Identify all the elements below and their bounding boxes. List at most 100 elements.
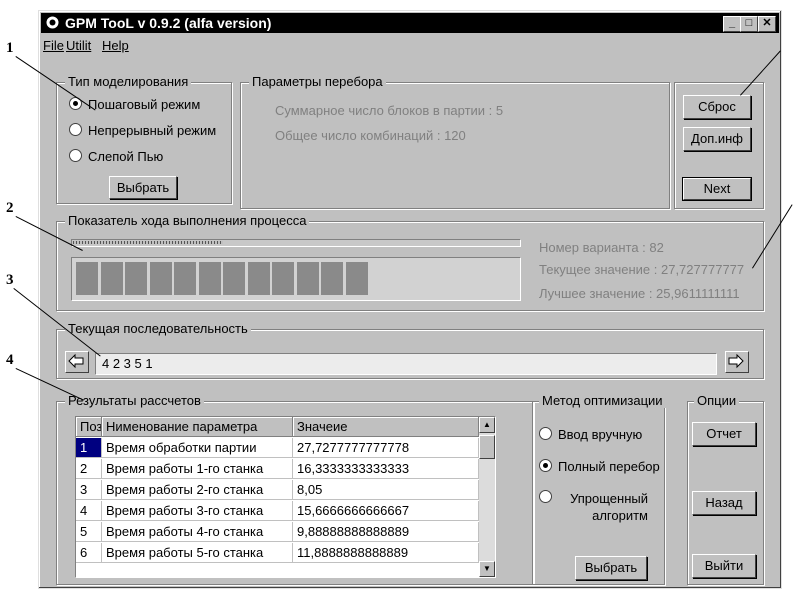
close-icon[interactable]: ✕ [758, 16, 776, 32]
table-row[interactable]: 5 Время работы 4-го станка 9,8888888888888… [76, 522, 479, 543]
variant-number-text: Номер варианта : 82 [539, 240, 664, 255]
radio-label: Ввод вручную [558, 427, 643, 442]
column-header-value[interactable]: Значеие [293, 417, 479, 437]
progress-block [272, 262, 294, 295]
row-value: 15,6666666666667 [293, 501, 479, 521]
more-info-button[interactable]: Доп.инф [683, 127, 751, 151]
app-icon [46, 16, 59, 29]
current-value-text: Текущее значение : 27,727777777 [539, 262, 745, 277]
table-row[interactable]: 1 Время обработки партии 27,7277777777778 [76, 438, 479, 459]
total-blocks-text: Суммарное число блоков в партии : 5 [275, 103, 504, 118]
radio-selected-icon [539, 459, 552, 472]
row-pos: 5 [76, 522, 102, 542]
row-value: 27,7277777777778 [293, 438, 479, 458]
report-button[interactable]: Отчет [692, 422, 756, 446]
next-button[interactable]: Next [682, 177, 752, 201]
progress-block [296, 262, 319, 295]
menu-bar: File Utilit Help [41, 35, 779, 55]
options-label: Опции [694, 393, 740, 408]
scroll-down-icon[interactable]: ▼ [479, 561, 495, 577]
column-header-pos[interactable]: Поз [76, 417, 102, 437]
params-label: Параметры перебора [249, 74, 386, 89]
progress-block [321, 262, 343, 295]
radio-full-search[interactable]: Полный перебор [539, 459, 660, 474]
arrow-right-icon[interactable] [725, 351, 749, 373]
progress-track [71, 239, 521, 247]
block-progress-bar [71, 257, 521, 301]
optimization-method-label: Метод оптимизации [539, 393, 666, 408]
radio-simplified-algorithm[interactable]: Упрощенный алгоритм [539, 490, 659, 524]
radio-icon [69, 149, 82, 162]
results-table: Поз Нименование параметра Значеие 1 Время… [75, 416, 496, 578]
row-value: 11,8888888888889 [293, 543, 479, 563]
radio-blind-mode[interactable]: Слепой Пью [69, 149, 163, 164]
row-pos: 6 [76, 543, 102, 563]
total-combinations-text: Общее число комбинаций : 120 [275, 128, 466, 143]
reset-button[interactable]: Сброс [683, 95, 751, 119]
arrow-left-icon[interactable] [65, 351, 89, 373]
progress-block [345, 262, 368, 295]
select-mode-button[interactable]: Выбрать [109, 176, 177, 199]
radio-continuous-mode[interactable]: Непрерывный режим [69, 123, 216, 138]
maximize-icon[interactable]: □ [740, 16, 758, 32]
row-value: 16,3333333333333 [293, 459, 479, 479]
callout-4: 4 [6, 352, 14, 368]
table-row[interactable]: 4 Время работы 3-го станка 15,666666666666… [76, 501, 479, 522]
vertical-scrollbar[interactable]: ▲ ▼ [479, 417, 495, 577]
row-pos: 3 [76, 480, 102, 500]
callout-1: 1 [6, 40, 14, 56]
options-group: Опции Отчет Назад Выйти [687, 393, 764, 585]
select-method-button[interactable]: Выбрать [575, 556, 647, 580]
menu-utilit[interactable]: Utilit [66, 38, 91, 53]
column-header-name[interactable]: Нименование параметра [102, 417, 293, 437]
radio-icon [539, 427, 552, 440]
row-name: Время работы 3-го станка [102, 501, 293, 521]
progress-block [149, 262, 172, 295]
radio-label: Слепой Пью [88, 149, 164, 164]
results-label: Результаты рассчетов [65, 393, 204, 408]
callout-2: 2 [6, 200, 14, 216]
progress-block [76, 262, 98, 295]
progress-block [174, 262, 196, 295]
optimization-method-group: Метод оптимизации Ввод вручную Полный пе… [532, 393, 666, 585]
app-window: GPM TooL v 0.9.2 (alfa version) _ □ ✕ Fi… [38, 10, 782, 589]
menu-file[interactable]: File [43, 38, 64, 53]
modeling-type-label: Тип моделирования [65, 74, 192, 89]
table-row[interactable]: 6 Время работы 5-го станка 11,888888888888… [76, 543, 479, 564]
progress-block [100, 262, 123, 295]
progress-block [125, 262, 147, 295]
progress-block [247, 262, 270, 295]
sequence-field: 4 2 3 5 1 [95, 353, 717, 375]
title-bar: GPM TooL v 0.9.2 (alfa version) _ □ ✕ [41, 13, 779, 33]
radio-manual-input[interactable]: Ввод вручную [539, 427, 642, 442]
row-name: Время работы 2-го станка [102, 480, 293, 500]
row-name: Время работы 5-го станка [102, 543, 293, 563]
radio-label: Непрерывный режим [88, 123, 217, 138]
window-title: GPM TooL v 0.9.2 (alfa version) [65, 15, 272, 31]
menu-help[interactable]: Help [102, 38, 129, 53]
sequence-value: 4 2 3 5 1 [102, 356, 153, 371]
row-pos: 1 [76, 438, 102, 458]
back-button[interactable]: Назад [692, 491, 756, 515]
radio-label: Пошаговый режим [88, 97, 201, 112]
scroll-up-icon[interactable]: ▲ [479, 417, 495, 433]
minimize-icon[interactable]: _ [723, 16, 741, 32]
progress-label: Показатель хода выполнения процесса [65, 213, 310, 228]
row-name: Время обработки партии [102, 438, 293, 458]
row-value: 9,88888888888889 [293, 522, 479, 542]
progress-fill [73, 241, 223, 244]
callout-3: 3 [6, 272, 14, 288]
table-row[interactable]: 2 Время работы 1-го станка 16,333333333333… [76, 459, 479, 480]
table-header: Поз Нименование параметра Значеие [76, 417, 479, 438]
radio-label: Полный перебор [558, 459, 660, 474]
exit-button[interactable]: Выйти [692, 554, 756, 578]
sequence-label: Текущая последовательность [65, 321, 251, 336]
row-value: 8,05 [293, 480, 479, 500]
progress-block [198, 262, 221, 295]
params-group: Параметры перебора Суммарное число блоко… [240, 74, 670, 209]
row-name: Время работы 1-го станка [102, 459, 293, 479]
table-row[interactable]: 3 Время работы 2-го станка 8,05 [76, 480, 479, 501]
radio-label: Упрощенный алгоритм [570, 491, 648, 523]
row-pos: 2 [76, 459, 102, 479]
scroll-thumb[interactable] [479, 435, 495, 459]
